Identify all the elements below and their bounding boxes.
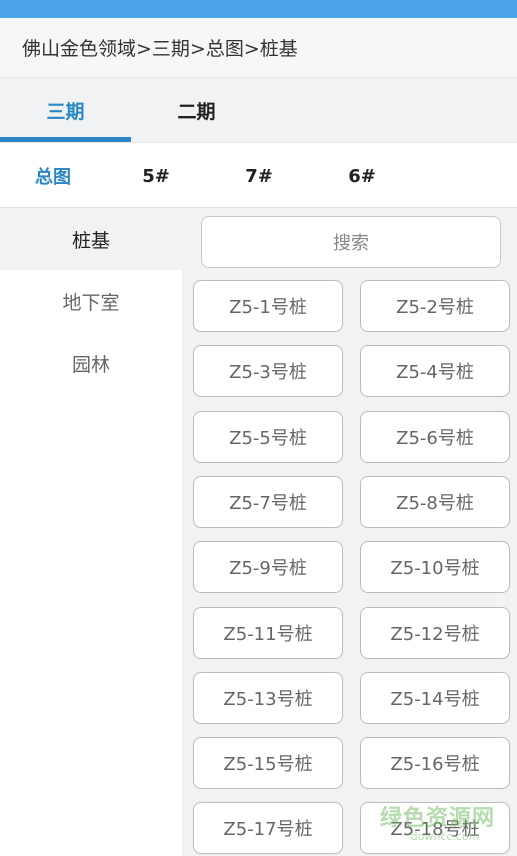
tab-building-6[interactable]: 6#: [331, 143, 393, 209]
sidebar-item-label: 桩基: [71, 229, 110, 252]
pile-button[interactable]: Z5-7号桩: [193, 476, 343, 528]
pile-button[interactable]: Z5-9号桩: [193, 541, 343, 593]
pile-button[interactable]: Z5-11号桩: [193, 607, 343, 659]
pile-button[interactable]: Z5-15号桩: [193, 737, 343, 789]
pile-button[interactable]: Z5-16号桩: [360, 737, 510, 789]
pile-button[interactable]: Z5-2号桩: [360, 280, 510, 332]
status-bar: [0, 0, 517, 18]
pile-button-label: Z5-7号桩: [229, 493, 307, 514]
pile-button-label: Z5-8号桩: [396, 493, 474, 514]
pile-button-label: Z5-17号桩: [223, 819, 313, 840]
pile-button[interactable]: Z5-5号桩: [193, 411, 343, 463]
search-placeholder: 搜索: [333, 233, 369, 254]
pile-button[interactable]: Z5-13号桩: [193, 672, 343, 724]
pile-button-label: Z5-5号桩: [229, 428, 307, 449]
tab-phase-3-label: 三期: [46, 100, 85, 123]
pile-content: 搜索 Z5-1号桩 Z5-2号桩 Z5-3号桩 Z5-4号桩 Z5-5号桩 Z5-6号桩 Z…: [182, 208, 517, 856]
tab-overview-label: 总图: [35, 167, 71, 188]
tab-building-5[interactable]: 5#: [125, 143, 187, 209]
phase-tabs: 三期 二期: [0, 78, 517, 142]
pile-button-label: Z5-9号桩: [229, 558, 307, 579]
pile-button[interactable]: Z5-17号桩: [193, 802, 343, 854]
pile-button-label: Z5-10号桩: [390, 558, 480, 579]
pile-button[interactable]: Z5-10号桩: [360, 541, 510, 593]
pile-button-label: Z5-3号桩: [229, 362, 307, 383]
tab-phase-3[interactable]: 三期: [0, 78, 131, 142]
breadcrumb-text: 佛山金色领域>三期>总图>桩基: [22, 38, 298, 60]
pile-button[interactable]: Z5-12号桩: [360, 607, 510, 659]
tab-building-6-label: 6#: [348, 165, 376, 187]
sidebar-item-pile-foundation[interactable]: 桩基: [0, 208, 182, 270]
pile-button-label: Z5-6号桩: [396, 428, 474, 449]
sidebar: 桩基 地下室 园林: [0, 208, 182, 856]
tab-phase-2-label: 二期: [177, 100, 216, 123]
pile-button-label: Z5-1号桩: [229, 297, 307, 318]
pile-button[interactable]: Z5-6号桩: [360, 411, 510, 463]
tab-overview[interactable]: 总图: [22, 143, 84, 209]
pile-button[interactable]: Z5-18号桩: [360, 802, 510, 854]
pile-button-label: Z5-13号桩: [223, 689, 313, 710]
pile-button-label: Z5-16号桩: [390, 754, 480, 775]
pile-button[interactable]: Z5-3号桩: [193, 345, 343, 397]
building-tabs: 总图 5# 7# 6#: [0, 142, 517, 208]
pile-button-label: Z5-15号桩: [223, 754, 313, 775]
search-input[interactable]: 搜索: [201, 216, 501, 268]
pile-button-label: Z5-14号桩: [390, 689, 480, 710]
pile-button-label: Z5-4号桩: [396, 362, 474, 383]
pile-button[interactable]: Z5-1号桩: [193, 280, 343, 332]
tab-building-7-label: 7#: [245, 165, 273, 187]
pile-button[interactable]: Z5-8号桩: [360, 476, 510, 528]
pile-button-label: Z5-11号桩: [223, 624, 313, 645]
tab-phase-2[interactable]: 二期: [131, 78, 262, 142]
pile-button[interactable]: Z5-14号桩: [360, 672, 510, 724]
pile-button-label: Z5-12号桩: [390, 624, 480, 645]
sidebar-item-label: 园林: [71, 353, 110, 376]
pile-button-label: Z5-2号桩: [396, 297, 474, 318]
sidebar-item-label: 地下室: [62, 291, 120, 314]
sidebar-item-landscape[interactable]: 园林: [0, 332, 182, 394]
sidebar-item-basement[interactable]: 地下室: [0, 270, 182, 332]
breadcrumb: 佛山金色领域>三期>总图>桩基: [0, 18, 517, 78]
tab-building-5-label: 5#: [142, 165, 170, 187]
pile-button-label: Z5-18号桩: [390, 819, 480, 840]
pile-button[interactable]: Z5-4号桩: [360, 345, 510, 397]
tab-building-7[interactable]: 7#: [228, 143, 290, 209]
